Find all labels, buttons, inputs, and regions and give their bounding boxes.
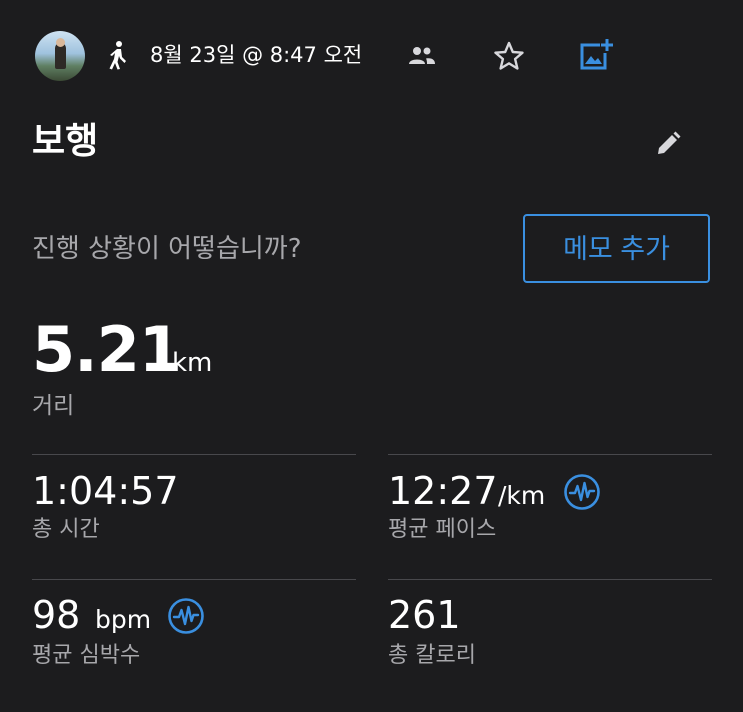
total-time-value: 1:04:57 xyxy=(32,469,179,513)
avg-pace-unit: /km xyxy=(498,481,546,510)
calories-value: 261 xyxy=(388,593,461,637)
avg-heart-rate-label: 평균 심박수 xyxy=(32,643,141,668)
distance-label: 거리 xyxy=(32,393,75,419)
avatar-head xyxy=(56,38,65,47)
heart-rate-chart-icon[interactable] xyxy=(167,597,205,635)
add-memo-button[interactable]: 메모 추가 xyxy=(523,214,710,283)
avg-heart-rate-value: 98 xyxy=(32,593,81,637)
divider xyxy=(32,454,356,455)
people-icon[interactable] xyxy=(408,45,436,67)
distance-value: 5.21 xyxy=(32,313,182,386)
add-photo-icon[interactable] xyxy=(578,38,614,72)
divider xyxy=(388,454,712,455)
total-time-label: 총 시간 xyxy=(32,517,100,542)
star-icon[interactable] xyxy=(493,40,525,72)
divider xyxy=(388,579,712,580)
progress-prompt: 진행 상황이 어떻습니까? xyxy=(32,234,302,264)
avg-heart-rate-unit: bpm xyxy=(95,605,152,634)
pencil-icon[interactable] xyxy=(654,130,682,158)
activity-title: 보행 xyxy=(32,121,99,162)
pace-chart-icon[interactable] xyxy=(563,473,601,511)
calories-label: 총 칼로리 xyxy=(388,643,476,668)
walking-person-icon xyxy=(109,41,126,70)
avg-pace-value: 12:27 xyxy=(388,469,498,513)
avg-pace-label: 평균 페이스 xyxy=(388,517,497,542)
avatar[interactable] xyxy=(35,31,85,81)
activity-date-time: 8월 23일 @ 8:47 오전 xyxy=(150,43,363,67)
distance-unit: km xyxy=(172,348,213,378)
divider xyxy=(32,579,356,580)
